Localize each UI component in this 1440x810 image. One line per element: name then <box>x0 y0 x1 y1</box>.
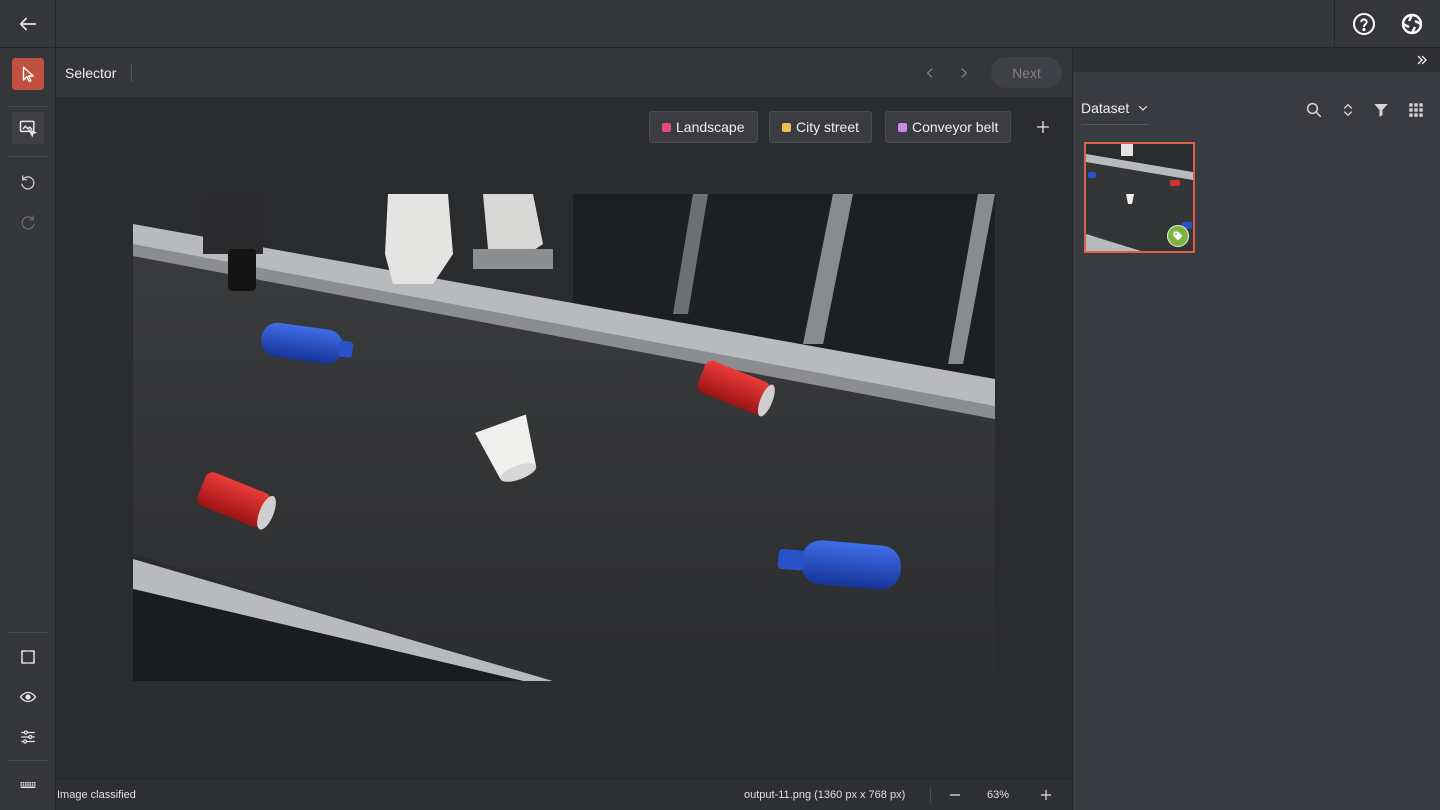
zoom-in-button[interactable] <box>1035 784 1057 806</box>
divider <box>1334 0 1335 48</box>
arrow-left-icon <box>19 17 36 31</box>
divider <box>8 156 48 157</box>
dataset-thumbnail[interactable] <box>1084 142 1195 253</box>
plus-icon <box>1040 789 1052 801</box>
zoom-level: 63% <box>987 789 1010 801</box>
label-chip-conveyor-belt[interactable]: Conveyor belt <box>885 111 1012 143</box>
label-chip-text: Conveyor belt <box>912 119 999 135</box>
search-button[interactable] <box>1304 100 1324 120</box>
next-button[interactable]: Next <box>991 57 1062 88</box>
chevron-left-icon <box>926 68 933 78</box>
annotation-image[interactable] <box>133 194 995 681</box>
app-logo[interactable] <box>1398 10 1426 38</box>
minus-icon <box>949 794 961 796</box>
filter-button[interactable] <box>1371 100 1391 120</box>
chevron-down-icon <box>1139 105 1148 111</box>
tag-icon <box>1173 231 1183 241</box>
classification-status: Image classified <box>57 789 136 801</box>
conveyor-belt-photo <box>133 194 995 681</box>
collapse-panel-button[interactable] <box>1413 51 1431 69</box>
cursor-arrow-icon <box>22 66 34 83</box>
status-bar: Image classified output-11.png (1360 px … <box>56 778 1072 810</box>
canvas-header: Selector Next <box>56 48 1072 97</box>
help-circle-icon <box>1353 13 1375 35</box>
undo-button[interactable] <box>12 166 44 198</box>
divider <box>8 106 48 107</box>
label-chip-text: Landscape <box>676 119 745 135</box>
previous-image-button[interactable] <box>918 61 942 85</box>
next-image-arrow[interactable] <box>952 61 976 85</box>
dataset-panel: Dataset <box>1072 48 1440 810</box>
left-toolbar <box>0 48 56 810</box>
redo-icon <box>21 215 35 230</box>
fit-screen-icon <box>21 650 35 664</box>
dataset-selector[interactable]: Dataset <box>1081 100 1150 125</box>
dataset-label: Dataset <box>1081 100 1130 116</box>
chevron-right-icon <box>961 68 968 78</box>
grid-icon <box>1409 103 1423 117</box>
divider <box>8 760 48 761</box>
classify-image-icon <box>19 120 38 138</box>
double-chevron-right-icon <box>1417 55 1427 65</box>
label-chip-landscape[interactable]: Landscape <box>649 111 758 143</box>
back-button[interactable] <box>0 0 56 48</box>
keyboard-shortcuts-button[interactable] <box>12 769 44 801</box>
top-bar <box>0 0 1440 48</box>
label-color-swatch <box>898 122 907 132</box>
adjust-button[interactable] <box>12 721 44 753</box>
divider <box>8 632 48 633</box>
file-info: output-11.png (1360 px x 768 px) <box>744 789 906 801</box>
zoom-out-button[interactable] <box>944 784 966 806</box>
classify-tool-button[interactable] <box>12 112 44 144</box>
tool-title: Selector <box>65 65 117 81</box>
canvas-area: Landscape City street Conveyor belt <box>56 97 1072 778</box>
filter-icon <box>1374 104 1388 117</box>
visibility-button[interactable] <box>12 681 44 713</box>
sort-button[interactable] <box>1338 100 1358 120</box>
app-logo-icon <box>1401 13 1423 35</box>
fit-screen-button[interactable] <box>12 641 44 673</box>
label-chip-city-street[interactable]: City street <box>769 111 873 143</box>
panel-header-strip <box>1073 48 1440 72</box>
help-button[interactable] <box>1350 10 1378 38</box>
divider <box>131 64 132 82</box>
undo-icon <box>21 175 35 190</box>
sliders-icon <box>21 730 35 744</box>
label-color-swatch <box>662 122 671 132</box>
sort-icon <box>1344 103 1352 117</box>
select-tool-button[interactable] <box>12 58 44 90</box>
search-icon <box>1306 102 1322 118</box>
plus-icon <box>1037 121 1049 133</box>
add-label-button[interactable] <box>1031 115 1055 139</box>
label-color-swatch <box>782 122 791 132</box>
classified-badge <box>1167 225 1189 247</box>
divider <box>930 787 931 803</box>
grid-view-button[interactable] <box>1406 100 1426 120</box>
eye-icon <box>19 691 37 703</box>
redo-button[interactable] <box>12 206 44 238</box>
keyboard-icon <box>20 782 36 788</box>
label-chip-text: City street <box>796 119 860 135</box>
